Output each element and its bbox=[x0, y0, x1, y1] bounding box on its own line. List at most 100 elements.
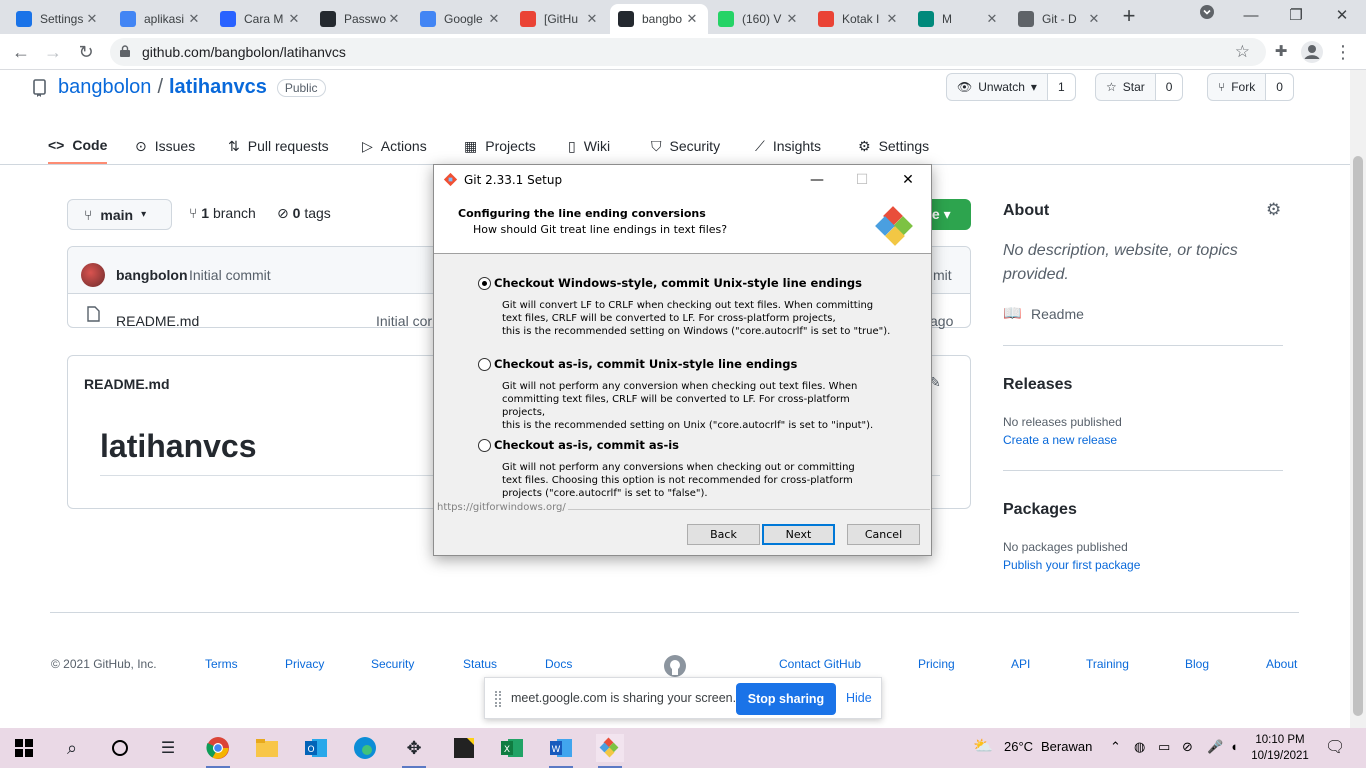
restore-window-button[interactable]: ❐ bbox=[1274, 4, 1318, 28]
browser-tab[interactable]: aplikasi ✕ bbox=[112, 4, 210, 34]
footer-link-docs[interactable]: Docs bbox=[545, 657, 572, 671]
battery-icon[interactable]: ▭ bbox=[1158, 739, 1170, 755]
wifi-off-icon[interactable]: ⊘ bbox=[1182, 739, 1193, 755]
close-tab-icon[interactable]: ✕ bbox=[884, 11, 900, 27]
file-commit-message[interactable]: Initial cor bbox=[376, 313, 432, 329]
weather-temperature[interactable]: 26°C bbox=[1004, 739, 1033, 754]
footer-link-blog[interactable]: Blog bbox=[1185, 657, 1209, 671]
github-logo-icon[interactable] bbox=[663, 654, 687, 678]
git-installer-icon[interactable] bbox=[596, 734, 624, 768]
weather-cloud-icon[interactable]: ⛅ bbox=[973, 736, 993, 756]
close-tab-icon[interactable]: ✕ bbox=[186, 11, 202, 27]
file-name-link[interactable]: README.md bbox=[116, 313, 199, 329]
publish-package-link[interactable]: Publish your first package bbox=[1003, 558, 1140, 572]
footer-link-pricing[interactable]: Pricing bbox=[918, 657, 955, 671]
dialog-titlebar[interactable]: Git 2.33.1 Setup — ☐ ✕ bbox=[434, 165, 931, 195]
drag-handle-icon[interactable] bbox=[495, 691, 501, 707]
page-scrollbar[interactable] bbox=[1350, 70, 1366, 728]
repo-owner-link[interactable]: bangbolon bbox=[58, 76, 151, 99]
radio-button[interactable] bbox=[478, 277, 491, 290]
cancel-button[interactable]: Cancel bbox=[847, 524, 920, 545]
close-tab-icon[interactable]: ✕ bbox=[286, 11, 302, 27]
sticky-notes-icon[interactable] bbox=[450, 734, 478, 762]
tab-wiki[interactable]: ▯ Wiki bbox=[568, 128, 610, 164]
browser-tab[interactable]: M ✕ bbox=[910, 4, 1008, 34]
browser-tab[interactable]: Kotak I ✕ bbox=[810, 4, 908, 34]
browser-tab[interactable]: (160) V ✕ bbox=[710, 4, 808, 34]
outlook-icon[interactable]: O bbox=[302, 734, 330, 762]
commit-author[interactable]: bangbolon bbox=[116, 267, 188, 283]
browser-tab[interactable]: Git - D ✕ bbox=[1010, 4, 1110, 34]
footer-link-security[interactable]: Security bbox=[371, 657, 414, 671]
close-tab-icon[interactable]: ✕ bbox=[84, 11, 100, 27]
footer-link-api[interactable]: API bbox=[1011, 657, 1030, 671]
back-button[interactable]: Back bbox=[687, 524, 760, 545]
gitforwindows-link[interactable]: https://gitforwindows.org/ bbox=[437, 502, 566, 513]
profile-avatar-icon[interactable] bbox=[1301, 41, 1323, 63]
close-tab-icon[interactable]: ✕ bbox=[684, 11, 700, 27]
option-label[interactable]: Checkout as-is, commit as-is bbox=[494, 438, 679, 452]
footer-link-about[interactable]: About bbox=[1266, 657, 1297, 671]
close-tab-icon[interactable]: ✕ bbox=[984, 11, 1000, 27]
file-explorer-icon[interactable] bbox=[253, 734, 281, 762]
notifications-icon[interactable]: 🗨 bbox=[1325, 737, 1345, 757]
close-tab-icon[interactable]: ✕ bbox=[1086, 11, 1102, 27]
stop-sharing-button[interactable]: Stop sharing bbox=[736, 683, 836, 715]
word-icon[interactable]: W bbox=[547, 734, 575, 768]
browser-tab[interactable]: Passwo ✕ bbox=[312, 4, 410, 34]
task-view-icon[interactable]: ☰ bbox=[154, 734, 182, 762]
taskbar-clock[interactable]: 10:10 PM 10/19/2021 bbox=[1250, 732, 1310, 764]
readme-link[interactable]: Readme bbox=[1031, 306, 1084, 322]
browser-tab[interactable]: Cara M ✕ bbox=[212, 4, 310, 34]
forward-arrow-icon[interactable]: → bbox=[42, 41, 64, 63]
tags-link[interactable]: ⊘ 0 tags bbox=[277, 205, 331, 222]
tab-projects[interactable]: ▦ Projects bbox=[464, 128, 536, 164]
windows-start-icon[interactable] bbox=[10, 734, 38, 762]
paint-tool-icon[interactable]: ✥ bbox=[400, 734, 428, 768]
volume-icon[interactable]: ◖ bbox=[1230, 739, 1238, 754]
back-arrow-icon[interactable]: ← bbox=[10, 41, 32, 63]
extensions-puzzle-icon[interactable]: ✚ bbox=[1270, 41, 1292, 63]
browser-menu-icon[interactable]: ⋮ bbox=[1332, 41, 1354, 63]
search-icon[interactable]: ⌕ bbox=[58, 734, 86, 762]
chrome-icon[interactable] bbox=[204, 734, 232, 768]
footer-link-contact[interactable]: Contact GitHub bbox=[779, 657, 861, 671]
close-tab-icon[interactable]: ✕ bbox=[584, 11, 600, 27]
commit-count-text[interactable]: mit bbox=[933, 267, 952, 283]
footer-link-training[interactable]: Training bbox=[1086, 657, 1129, 671]
minimize-window-button[interactable]: — bbox=[1229, 4, 1273, 28]
star-button[interactable]: ☆ Star 0 bbox=[1095, 73, 1184, 101]
browser-tab[interactable]: bangbo ✕ bbox=[610, 4, 708, 34]
browser-tab[interactable]: Settings ✕ bbox=[8, 4, 108, 34]
hide-button[interactable]: Hide bbox=[846, 691, 872, 705]
dialog-close-button[interactable]: ✕ bbox=[893, 169, 923, 191]
option-label[interactable]: Checkout as-is, commit Unix-style line e… bbox=[494, 357, 797, 371]
browser-tab[interactable]: [GitHu ✕ bbox=[512, 4, 608, 34]
tab-code[interactable]: <> Code bbox=[48, 128, 108, 164]
weather-description[interactable]: Berawan bbox=[1041, 739, 1092, 754]
footer-link-terms[interactable]: Terms bbox=[205, 657, 238, 671]
tab-settings[interactable]: ⚙ Settings bbox=[858, 128, 929, 164]
tab-insights[interactable]: ⟋ Insights bbox=[755, 128, 821, 164]
edge-icon[interactable] bbox=[351, 734, 379, 762]
repo-name-link[interactable]: latihanvcs bbox=[169, 76, 267, 99]
address-bar[interactable]: github.com/bangbolon/latihanvcs ☆ bbox=[110, 38, 1266, 66]
bookmark-star-icon[interactable]: ☆ bbox=[1235, 42, 1250, 62]
microphone-icon[interactable]: 🎤 bbox=[1207, 739, 1223, 755]
close-tab-icon[interactable]: ✕ bbox=[486, 11, 502, 27]
packages-title[interactable]: Packages bbox=[1003, 501, 1077, 519]
branches-link[interactable]: ⑂ 1 branch bbox=[189, 205, 256, 221]
scrollbar-thumb[interactable] bbox=[1353, 156, 1363, 716]
network-icon[interactable]: ◍ bbox=[1134, 739, 1145, 755]
new-tab-button[interactable]: + bbox=[1119, 5, 1139, 27]
tab-issues[interactable]: ⊙ Issues bbox=[135, 128, 195, 164]
tab-pull-requests[interactable]: ⇅ Pull requests bbox=[228, 128, 329, 164]
dialog-minimize-button[interactable]: — bbox=[802, 169, 832, 191]
gear-icon[interactable]: ⚙ bbox=[1266, 200, 1281, 220]
close-window-button[interactable]: ✕ bbox=[1320, 4, 1364, 28]
footer-link-status[interactable]: Status bbox=[463, 657, 497, 671]
browser-tab[interactable]: Google ✕ bbox=[412, 4, 510, 34]
tab-actions[interactable]: ▷ Actions bbox=[362, 128, 427, 164]
radio-button[interactable] bbox=[478, 358, 491, 371]
cortana-icon[interactable] bbox=[106, 734, 134, 762]
